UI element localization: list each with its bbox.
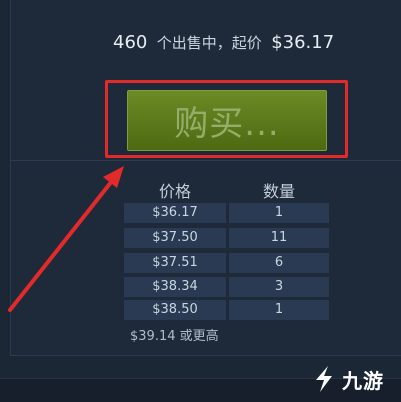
row-quantity: 3 (229, 277, 329, 297)
lowest-price: $36.17 (271, 32, 335, 53)
row-quantity: 6 (229, 253, 329, 273)
quantity-column-header: 数量 (262, 182, 295, 201)
row-quantity: 1 (229, 203, 329, 223)
section-divider (10, 160, 401, 161)
listing-count: 460 (113, 32, 148, 53)
watermark: 九游 (310, 362, 398, 396)
row-quantity: 1 (229, 300, 329, 320)
row-price: $36.17 (124, 203, 226, 223)
listing-count-suffix: 个出售中，起价 (156, 34, 262, 52)
price-column-header: 价格 (158, 182, 191, 201)
row-price: $37.51 (124, 253, 226, 273)
row-price: $38.50 (124, 300, 226, 320)
row-price: $38.34 (124, 277, 226, 297)
highlight-box (105, 80, 348, 158)
row-price: $37.50 (124, 228, 226, 248)
watermark-logo-icon (316, 366, 332, 392)
watermark-text: 九游 (342, 368, 384, 393)
row-quantity: 11 (229, 228, 329, 248)
listing-summary: 460 个出售中，起价 $36.17 (113, 32, 334, 53)
more-listings-text: $39.14 或更高 (130, 329, 219, 344)
